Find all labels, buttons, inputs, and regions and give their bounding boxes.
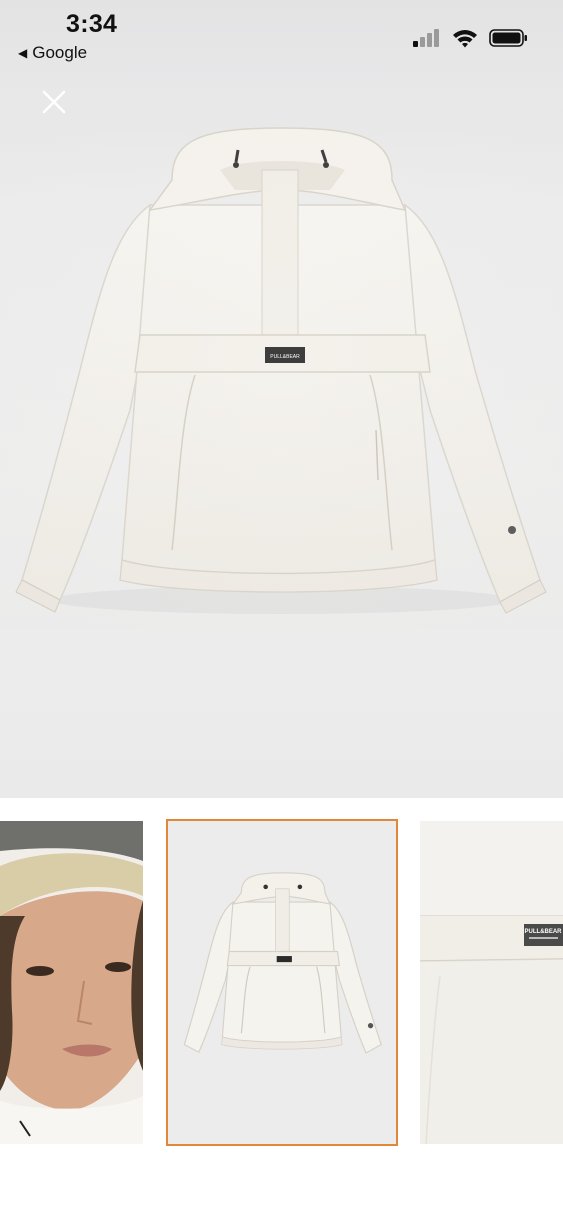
jacket-front-thumbnail-image (168, 821, 396, 1144)
main-product-image[interactable]: PULL&BEAR (0, 0, 563, 798)
status-bar: 3:34 ◀ Google (0, 0, 563, 70)
wifi-icon (453, 29, 477, 47)
cellular-signal-icon (413, 29, 439, 47)
detail-brand-label: PULL&BEAR (525, 929, 563, 935)
product-image-viewer: PULL&BEAR 3:34 ◀ Google PULL&BEAR (0, 0, 563, 1219)
status-time: 3:34 (66, 10, 118, 38)
status-icons (413, 28, 529, 48)
thumbnail-jacket-front[interactable] (166, 819, 398, 1146)
back-to-google-link[interactable]: ◀ Google (18, 43, 87, 63)
thumbnail-model[interactable] (0, 821, 143, 1144)
model-face-image (0, 821, 143, 1144)
thumbnail-jacket-detail[interactable]: PULL&BEAR (420, 821, 563, 1144)
back-triangle-icon: ◀ (18, 46, 28, 60)
close-button[interactable] (38, 86, 70, 118)
close-icon (42, 90, 66, 114)
thumbnail-strip: PULL&BEAR (0, 798, 563, 1219)
jacket-detail-thumbnail-image: PULL&BEAR (420, 821, 563, 1144)
battery-icon (489, 29, 527, 47)
jacket-image: PULL&BEAR (0, 110, 563, 630)
back-app-label: Google (32, 43, 88, 62)
